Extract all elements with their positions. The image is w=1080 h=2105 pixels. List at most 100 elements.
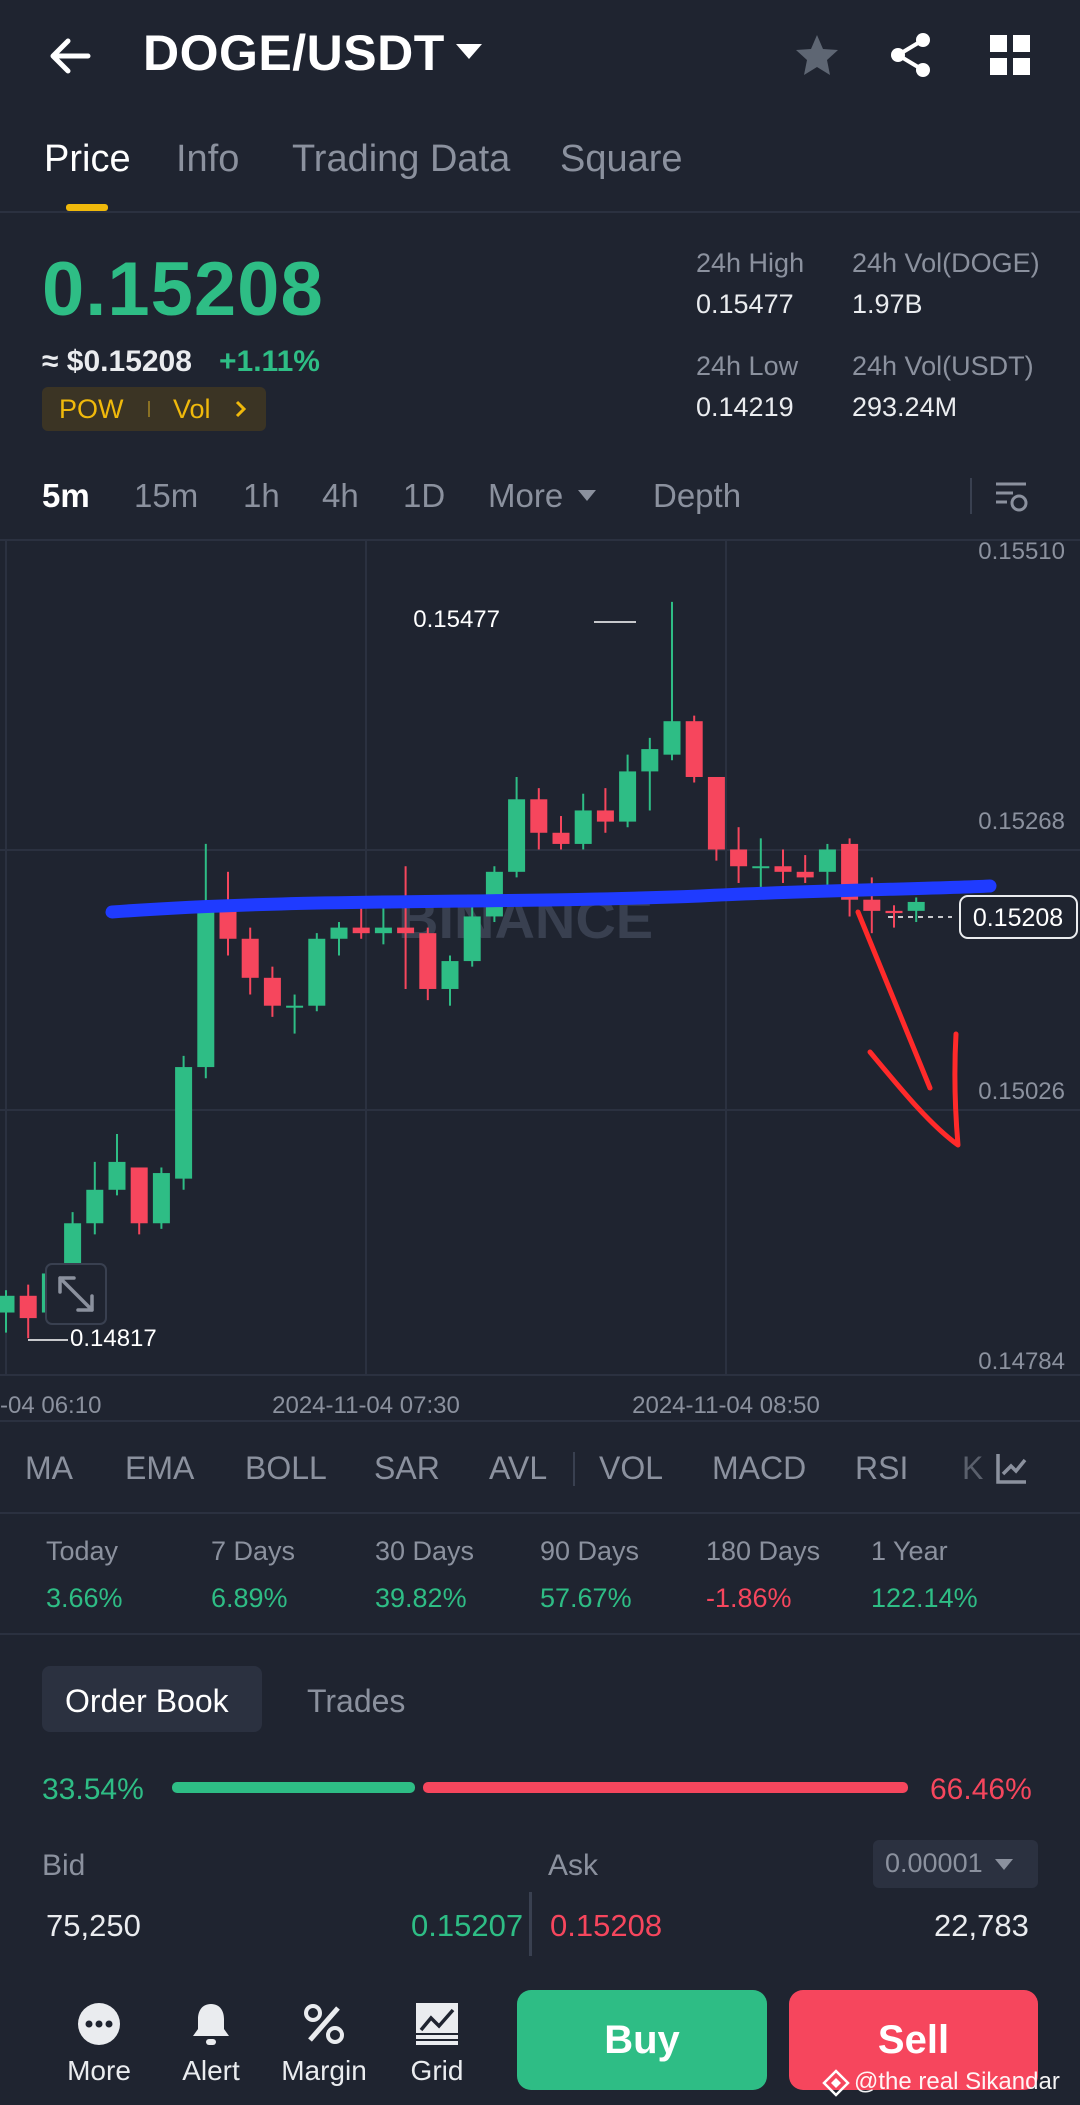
candle	[108, 1134, 126, 1196]
tag-group[interactable]: POW Vol	[42, 387, 266, 431]
interval-15m[interactable]: 15m	[134, 477, 198, 515]
ask-quantity: 22,783	[934, 1908, 1029, 1943]
candlestick-chart[interactable]: BINANCE 0.155100.152680.150260.14784 -04…	[0, 540, 1080, 1420]
indicator-sar[interactable]: SAR	[374, 1450, 440, 1487]
candle	[197, 843, 215, 1079]
indicator-ma[interactable]: MA	[25, 1450, 73, 1487]
stat-24h-low-value: 0.14219	[696, 392, 794, 422]
divider	[0, 1512, 1080, 1514]
stat-24h-high-label: 24h High	[696, 248, 805, 278]
divider	[573, 1452, 575, 1486]
divider	[0, 211, 1080, 213]
indicator-vol[interactable]: VOL	[599, 1450, 663, 1487]
indicator-ema[interactable]: EMA	[125, 1450, 194, 1487]
candle	[841, 838, 859, 917]
nav-alert-label[interactable]: Alert	[170, 2055, 252, 2087]
bid-percent: 33.54%	[42, 1773, 144, 1806]
binance-logo-icon	[822, 2069, 850, 2097]
bell-icon[interactable]	[187, 2000, 235, 2048]
x-axis-tick-label: 2024-11-04 08:50	[632, 1392, 820, 1419]
candle	[530, 788, 548, 850]
interval-4h[interactable]: 4h	[322, 477, 359, 515]
high-marker-label: 0.15477	[413, 606, 500, 633]
candle	[330, 922, 348, 956]
stat-24h-vol-usdt-value: 293.24M	[852, 392, 958, 422]
tab-info[interactable]: Info	[176, 138, 239, 181]
x-axis-tick-label: 2024-11-04 07:30	[272, 1392, 460, 1419]
nav-grid-label[interactable]: Grid	[395, 2055, 479, 2087]
interval-5m[interactable]: 5m	[42, 477, 90, 515]
tag-pow[interactable]: POW	[59, 394, 124, 425]
tab-trading-data[interactable]: Trading Data	[292, 138, 510, 181]
candle	[241, 927, 259, 995]
tab-trades[interactable]: Trades	[307, 1683, 405, 1720]
candle	[219, 871, 237, 956]
nav-more-label[interactable]: More	[58, 2055, 140, 2087]
share-icon[interactable]	[886, 30, 936, 80]
tag-separator	[148, 401, 150, 417]
y-axis-tick-label: 0.15510	[978, 540, 1065, 565]
perf-label-90d: 90 Days	[540, 1536, 640, 1566]
interval-more[interactable]: More	[488, 477, 563, 515]
pair-dropdown-caret-icon[interactable]	[456, 44, 482, 59]
indicator-rsi[interactable]: RSI	[855, 1450, 908, 1487]
indicator-settings-icon[interactable]	[994, 1450, 1030, 1486]
interval-depth[interactable]: Depth	[653, 477, 741, 515]
tag-vol[interactable]: Vol	[173, 394, 211, 425]
divider	[0, 1633, 1080, 1635]
bid-ratio-bar	[172, 1782, 415, 1793]
candle	[774, 849, 792, 883]
low-marker-label: 0.14817	[70, 1325, 157, 1352]
nav-margin-label[interactable]: Margin	[276, 2055, 372, 2087]
perf-label-today: Today	[46, 1536, 119, 1566]
grid-chart-icon[interactable]	[413, 2000, 461, 2048]
candle	[796, 855, 814, 883]
y-axis-tick-label: 0.15268	[978, 808, 1065, 835]
divider	[970, 478, 972, 514]
tab-square[interactable]: Square	[560, 138, 683, 181]
bid-header: Bid	[42, 1849, 86, 1882]
chart-settings-icon[interactable]	[993, 478, 1029, 514]
candle	[907, 897, 925, 923]
interval-1d[interactable]: 1D	[403, 477, 445, 515]
expand-chart-icon[interactable]	[45, 1263, 107, 1325]
candle	[86, 1161, 104, 1235]
candle	[508, 776, 526, 878]
tab-order-book-label[interactable]: Order Book	[65, 1683, 229, 1720]
indicator-kdj[interactable]: K	[962, 1450, 983, 1487]
candle	[152, 1167, 170, 1229]
bid-quantity: 75,250	[46, 1908, 141, 1943]
chevron-down-icon	[995, 1859, 1013, 1870]
candle	[641, 737, 659, 811]
ask-header: Ask	[548, 1849, 599, 1882]
buy-button[interactable]: Buy	[517, 1990, 767, 2090]
chevron-right-icon	[235, 400, 247, 418]
tick-size-value[interactable]: 0.00001	[885, 1848, 983, 1879]
candle	[130, 1167, 148, 1235]
divider	[0, 1420, 1080, 1422]
stat-24h-vol-doge-value: 1.97B	[852, 289, 923, 319]
grid-icon[interactable]	[985, 30, 1035, 80]
perf-value-30d: 39.82%	[375, 1583, 467, 1613]
candle	[19, 1284, 37, 1339]
percent-icon[interactable]	[300, 2000, 348, 2048]
more-icon[interactable]	[75, 2000, 123, 2048]
star-icon[interactable]	[792, 30, 842, 80]
back-arrow-icon[interactable]	[44, 30, 96, 82]
stat-24h-low-label: 24h Low	[696, 351, 799, 381]
perf-value-7d: 6.89%	[211, 1583, 288, 1613]
header: DOGE/USDT	[0, 0, 1080, 110]
interval-1h[interactable]: 1h	[243, 477, 280, 515]
indicator-macd[interactable]: MACD	[712, 1450, 806, 1487]
stat-24h-high-value: 0.15477	[696, 289, 794, 319]
candle	[175, 1055, 193, 1190]
perf-value-180d: -1.86%	[706, 1583, 792, 1613]
candle	[730, 827, 748, 883]
indicator-boll[interactable]: BOLL	[245, 1450, 327, 1487]
pair-title[interactable]: DOGE/USDT	[143, 24, 445, 82]
candle	[552, 816, 570, 850]
tab-price[interactable]: Price	[44, 138, 131, 181]
candle	[818, 843, 836, 889]
candle	[286, 994, 304, 1034]
indicator-avl[interactable]: AVL	[489, 1450, 547, 1487]
